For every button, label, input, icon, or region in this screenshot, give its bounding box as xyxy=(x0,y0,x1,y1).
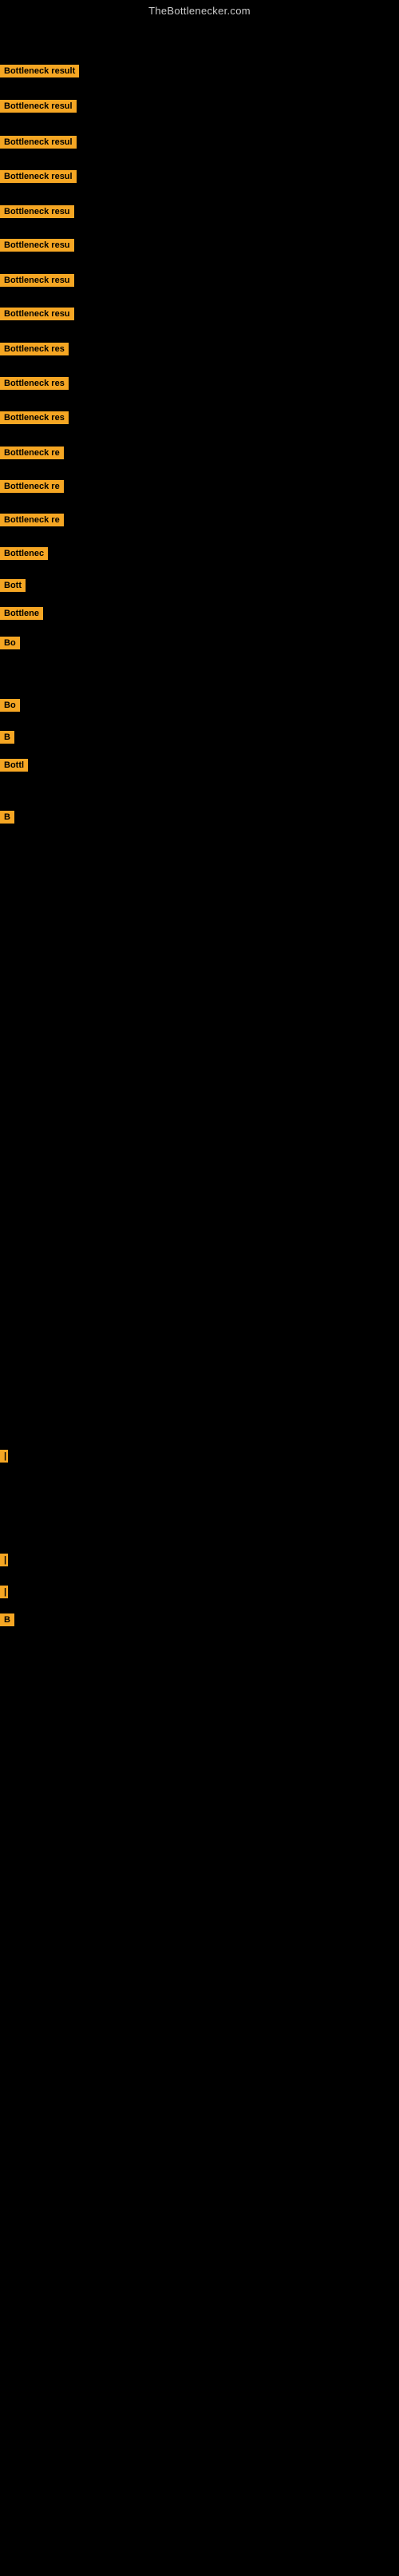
bottleneck-result-label: | xyxy=(0,1450,8,1463)
bottleneck-result-label: Bottleneck resu xyxy=(0,205,74,218)
bottleneck-result-label: Bottleneck re xyxy=(0,480,64,493)
bottleneck-result-label: Bottlenec xyxy=(0,547,48,560)
bottleneck-result-label: Bottleneck result xyxy=(0,65,79,77)
bottleneck-result-label: Bottleneck resul xyxy=(0,170,77,183)
bottleneck-result-label: B xyxy=(0,1613,14,1626)
bottleneck-result-label: | xyxy=(0,1586,8,1598)
bottleneck-result-label: Bott xyxy=(0,579,26,592)
bottleneck-result-label: B xyxy=(0,811,14,824)
bottleneck-result-label: Bottleneck res xyxy=(0,377,69,390)
bottleneck-result-label: B xyxy=(0,731,14,744)
site-title: TheBottlenecker.com xyxy=(0,0,399,20)
bottleneck-result-label: Bottleneck res xyxy=(0,411,69,424)
bottleneck-result-label: Bottleneck resul xyxy=(0,136,77,149)
bottleneck-result-label: Bottleneck resu xyxy=(0,308,74,320)
bottleneck-result-label: Bo xyxy=(0,699,20,712)
bottleneck-result-label: Bottleneck resu xyxy=(0,274,74,287)
bottleneck-result-label: Bottleneck resul xyxy=(0,100,77,113)
bottleneck-result-label: Bottleneck re xyxy=(0,447,64,459)
bottleneck-result-label: Bottleneck re xyxy=(0,514,64,526)
bottleneck-result-label: Bottleneck res xyxy=(0,343,69,355)
bottleneck-result-label: Bottleneck resu xyxy=(0,239,74,252)
bottleneck-result-label: Bo xyxy=(0,637,20,649)
bottleneck-result-label: Bottl xyxy=(0,759,28,772)
bottleneck-result-label: Bottlene xyxy=(0,607,43,620)
bottleneck-result-label: | xyxy=(0,1554,8,1566)
